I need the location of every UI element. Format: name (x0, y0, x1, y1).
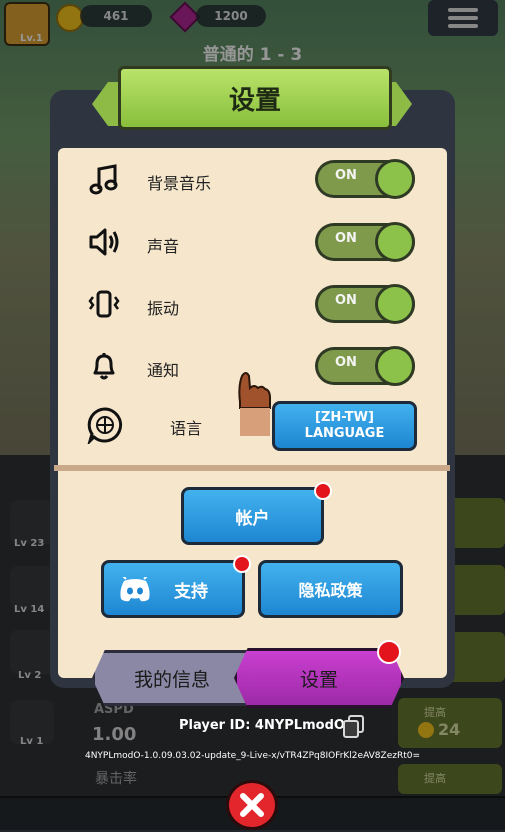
tab-settings-label: 设置 (299, 668, 338, 691)
support-button[interactable]: 支持 (101, 560, 245, 618)
account-button[interactable]: 帐户 (181, 487, 324, 545)
toggle-state: ON (335, 168, 357, 183)
toggle-state: ON (335, 293, 357, 308)
version-string: 4NYPLmodO-1.0.09.03.02-update_9-Live-x/v… (84, 751, 421, 761)
setting-label: 振动 (147, 299, 180, 318)
tab-profile-label: 我的信息 (133, 668, 210, 691)
notification-toggle[interactable]: ON (315, 346, 415, 386)
dialog-title: 设置 (228, 85, 281, 116)
notification-badge (377, 640, 401, 664)
toggle-knob (375, 346, 415, 386)
toggle-knob (375, 222, 415, 262)
toggle-state: ON (335, 355, 357, 370)
music-note-icon (88, 163, 120, 195)
toggle-knob (375, 159, 415, 199)
speaker-icon (88, 226, 120, 258)
vibration-toggle[interactable]: ON (315, 284, 415, 324)
setting-label: 背景音乐 (147, 174, 212, 193)
music-toggle[interactable]: ON (315, 159, 415, 199)
language-button-label: LANGUAGE (304, 426, 385, 441)
close-icon (240, 793, 264, 817)
notification-badge (233, 555, 251, 573)
player-id: Player ID: 4NYPLmodO (179, 718, 345, 733)
privacy-policy-button[interactable]: 隐私政策 (258, 560, 403, 618)
globe-chat-icon (86, 406, 124, 444)
support-button-label: 支持 (174, 581, 208, 602)
toggle-knob (375, 284, 415, 324)
toggle-state: ON (335, 231, 357, 246)
dialog-title-banner: 设置 (118, 66, 392, 130)
language-code: [ZH-TW] (315, 410, 374, 425)
setting-label: 声音 (147, 237, 180, 256)
bell-icon (88, 350, 120, 382)
privacy-button-label: 隐私政策 (298, 581, 363, 600)
discord-icon (120, 577, 150, 602)
notification-badge (314, 482, 332, 500)
sound-toggle[interactable]: ON (315, 222, 415, 262)
tab-profile[interactable]: 我的信息 (92, 650, 252, 706)
setting-label: 语言 (170, 419, 203, 438)
account-button-label: 帐户 (235, 508, 270, 529)
copy-icon[interactable] (342, 714, 366, 738)
tutorial-hand-pointer (236, 368, 272, 436)
language-button[interactable]: [ZH-TW] LANGUAGE (272, 401, 417, 451)
close-button[interactable] (226, 780, 278, 830)
section-divider (54, 465, 450, 471)
setting-label: 通知 (147, 361, 180, 380)
vibrate-icon (88, 288, 120, 320)
